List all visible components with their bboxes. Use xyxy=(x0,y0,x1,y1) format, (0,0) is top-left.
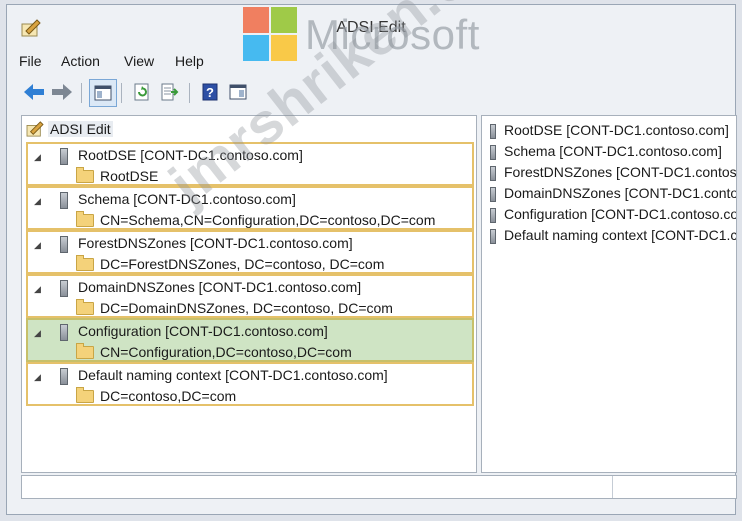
server-connection-icon xyxy=(490,229,496,244)
tree-child-label[interactable]: CN=Schema,CN=Configuration,DC=contoso,DC… xyxy=(100,212,435,228)
forward-arrow-icon xyxy=(52,84,72,100)
details-list-item[interactable]: ForestDNSZones [CONT-DC1.contoso.com] xyxy=(504,164,736,180)
server-connection-icon xyxy=(490,208,496,223)
expand-collapse-arrow-icon[interactable]: ◢ xyxy=(34,240,41,251)
menu-help[interactable]: Help xyxy=(175,53,204,69)
expand-collapse-arrow-icon[interactable]: ◢ xyxy=(34,152,41,163)
expand-collapse-arrow-icon[interactable]: ◢ xyxy=(34,372,41,383)
details-pane[interactable]: RootDSE [CONT-DC1.contoso.com] Schema [CO… xyxy=(481,115,737,473)
server-connection-icon xyxy=(60,192,68,209)
expand-collapse-arrow-icon[interactable]: ◢ xyxy=(34,196,41,207)
menu-view[interactable]: View xyxy=(124,53,154,69)
back-button[interactable] xyxy=(21,79,47,105)
details-list-item[interactable]: Configuration [CONT-DC1.contoso.com] xyxy=(504,206,736,222)
server-connection-icon xyxy=(490,124,496,139)
tree-node-group: ◢ Default naming context [CONT-DC1.contos… xyxy=(26,362,474,406)
menu-file[interactable]: File xyxy=(19,53,42,69)
details-list-item[interactable]: RootDSE [CONT-DC1.contoso.com] xyxy=(504,122,729,138)
menu-action[interactable]: Action xyxy=(61,53,100,69)
folder-icon xyxy=(76,299,94,315)
svg-text:?: ? xyxy=(206,85,214,100)
folder-icon xyxy=(76,387,94,403)
refresh-icon xyxy=(134,83,149,101)
expand-collapse-arrow-icon[interactable]: ◢ xyxy=(34,328,41,339)
forward-button[interactable] xyxy=(49,79,75,105)
tree-node-group: ◢ Configuration [CONT-DC1.contoso.com] CN=… xyxy=(26,318,474,362)
server-connection-icon xyxy=(490,145,496,160)
server-connection-icon xyxy=(60,148,68,165)
tree-node-group: ◢ ForestDNSZones [CONT-DC1.contoso.com] DC… xyxy=(26,230,474,274)
details-list-item[interactable]: Schema [CONT-DC1.contoso.com] xyxy=(504,143,722,159)
export-list-icon xyxy=(161,83,179,101)
details-list-item[interactable]: Default naming context [CONT-DC1.contoso… xyxy=(504,227,736,243)
console-tree-icon xyxy=(94,85,112,101)
server-connection-icon xyxy=(490,187,496,202)
tree-node-label[interactable]: Default naming context [CONT-DC1.contoso… xyxy=(78,367,388,383)
tree-node-label[interactable]: Configuration [CONT-DC1.contoso.com] xyxy=(78,323,328,339)
folder-icon xyxy=(76,343,94,359)
tree-child-label[interactable]: DC=ForestDNSZones, DC=contoso, DC=com xyxy=(100,256,384,272)
server-connection-icon xyxy=(60,236,68,253)
folder-icon xyxy=(76,211,94,227)
back-arrow-icon xyxy=(24,84,44,100)
export-list-button[interactable] xyxy=(157,79,183,105)
refresh-button[interactable] xyxy=(129,79,155,105)
help-button[interactable]: ? xyxy=(197,79,223,105)
server-connection-icon xyxy=(60,280,68,297)
details-list-item[interactable]: DomainDNSZones [CONT-DC1.contoso.com] xyxy=(504,185,736,201)
tree-node-group: ◢ DomainDNSZones [CONT-DC1.contoso.com] DC… xyxy=(26,274,474,318)
adsi-edit-root-icon xyxy=(26,121,44,137)
show-hide-tree-button[interactable] xyxy=(89,79,117,107)
tree-child-label[interactable]: DC=contoso,DC=com xyxy=(100,388,236,404)
folder-icon xyxy=(76,255,94,271)
status-bar xyxy=(21,475,737,499)
expand-collapse-arrow-icon[interactable]: ◢ xyxy=(34,284,41,295)
help-icon: ? xyxy=(202,83,218,101)
server-connection-icon xyxy=(490,166,496,181)
tree-node-label[interactable]: ForestDNSZones [CONT-DC1.contoso.com] xyxy=(78,235,353,251)
tree-child-label[interactable]: DC=DomainDNSZones, DC=contoso, DC=com xyxy=(100,300,393,316)
tree-node-group: ◢ Schema [CONT-DC1.contoso.com] CN=Schema,… xyxy=(26,186,474,230)
tree-root-adsi-edit[interactable]: ADSI Edit xyxy=(48,121,113,137)
tree-child-label[interactable]: RootDSE xyxy=(100,168,158,184)
server-connection-icon xyxy=(60,324,68,341)
folder-icon xyxy=(76,167,94,183)
tree-child-label[interactable]: CN=Configuration,DC=contoso,DC=com xyxy=(100,344,352,360)
adsi-edit-window: ADSI Edit Microsoft File Action View Hel… xyxy=(6,0,737,515)
toolbar: ? xyxy=(7,79,735,109)
tree-node-label[interactable]: DomainDNSZones [CONT-DC1.contoso.com] xyxy=(78,279,361,295)
server-connection-icon xyxy=(60,368,68,385)
